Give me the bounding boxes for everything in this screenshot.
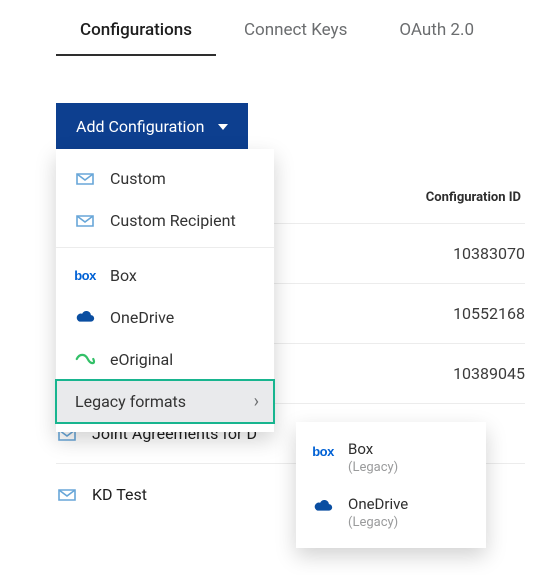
submenu-sublabel: (Legacy) [348, 515, 408, 530]
menu-label: Box [110, 266, 137, 285]
tab-configurations[interactable]: Configurations [78, 14, 194, 56]
tab-connect-keys[interactable]: Connect Keys [242, 14, 349, 56]
add-configuration-button[interactable]: Add Configuration [56, 103, 248, 150]
add-configuration-menu: Custom Custom Recipient box Box OneDrive… [56, 149, 274, 432]
cell-config-id: 10383070 [453, 244, 525, 263]
menu-label: Legacy formats [75, 392, 186, 411]
tab-oauth[interactable]: OAuth 2.0 [397, 14, 476, 56]
envelope-icon [56, 483, 78, 505]
menu-item-onedrive[interactable]: OneDrive [56, 296, 274, 338]
box-icon: box [312, 440, 334, 462]
box-icon: box [74, 264, 96, 286]
submenu-label: OneDrive [348, 495, 408, 513]
eoriginal-icon [74, 348, 96, 370]
menu-label: eOriginal [110, 350, 173, 369]
menu-item-custom-recipient[interactable]: Custom Recipient [56, 199, 274, 241]
menu-label: OneDrive [110, 308, 174, 327]
tabs-bar: Configurations Connect Keys OAuth 2.0 [0, 0, 547, 56]
menu-label: Custom Recipient [110, 211, 236, 230]
caret-down-icon [218, 124, 228, 130]
onedrive-icon [74, 306, 96, 328]
onedrive-icon [312, 495, 334, 517]
menu-item-box[interactable]: box Box [56, 254, 274, 296]
envelope-icon [74, 167, 96, 189]
chevron-right-icon: › [254, 391, 259, 412]
legacy-submenu: box Box (Legacy) OneDrive (Legacy) [296, 422, 486, 548]
envelope-icon [74, 209, 96, 231]
add-configuration-label: Add Configuration [76, 117, 204, 136]
menu-item-eoriginal[interactable]: eOriginal [56, 338, 274, 380]
submenu-label: Box [348, 440, 398, 458]
cell-config-id: 10389045 [453, 364, 525, 383]
submenu-item-box-legacy[interactable]: box Box (Legacy) [296, 430, 486, 485]
menu-item-custom[interactable]: Custom [56, 157, 274, 199]
menu-item-legacy-formats[interactable]: Legacy formats › [55, 379, 275, 424]
submenu-item-onedrive-legacy[interactable]: OneDrive (Legacy) [296, 485, 486, 540]
cell-name: KD Test [92, 485, 147, 504]
menu-separator [56, 247, 274, 248]
cell-config-id: 10552168 [453, 304, 525, 323]
menu-label: Custom [110, 169, 166, 188]
submenu-sublabel: (Legacy) [348, 460, 398, 475]
